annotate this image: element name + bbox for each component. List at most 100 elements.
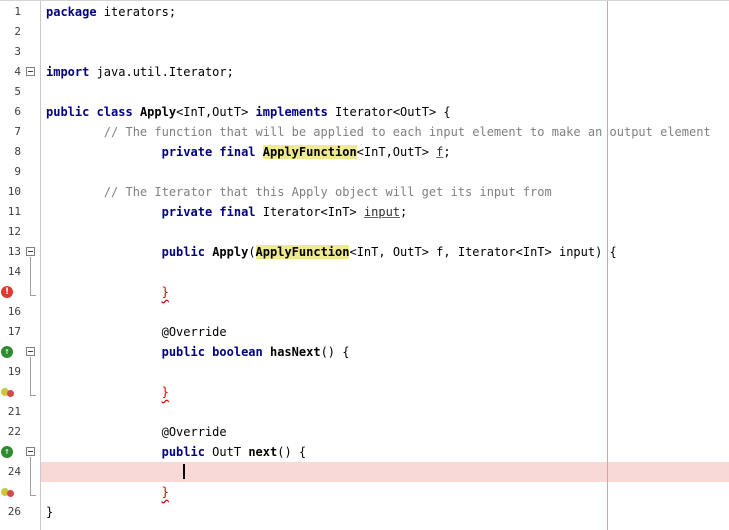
code-line-22[interactable]: 22 @Override <box>0 422 729 442</box>
code-line-10[interactable]: 10 // The Iterator that this Apply objec… <box>0 182 729 202</box>
code-text[interactable] <box>40 22 729 42</box>
code-line-20[interactable]: } <box>0 382 729 402</box>
code-text[interactable] <box>40 362 729 382</box>
gutter-line-16[interactable]: 16 <box>0 302 40 322</box>
code-text[interactable] <box>40 82 729 102</box>
code-text[interactable]: } <box>40 382 729 402</box>
code-line-13[interactable]: 13 public Apply(ApplyFunction<InT, OutT>… <box>0 242 729 262</box>
code-line-26[interactable]: 26} <box>0 502 729 522</box>
code-text[interactable]: // The function that will be applied to … <box>40 122 729 142</box>
code-line-15[interactable]: ! } <box>0 282 729 302</box>
code-line-18[interactable]: ↑ public boolean hasNext() { <box>0 342 729 362</box>
fold-collapse-icon[interactable] <box>26 347 35 356</box>
code-line-23[interactable]: ↑ public OutT next() { <box>0 442 729 462</box>
gutter-line-1[interactable]: 1 <box>0 2 40 22</box>
code-text[interactable]: public boolean hasNext() { <box>40 342 729 362</box>
gutter-line-15[interactable]: ! <box>0 282 40 302</box>
line-number: 2 <box>0 22 21 42</box>
code-line-21[interactable]: 21 <box>0 402 729 422</box>
fold-collapse-icon[interactable] <box>26 247 35 256</box>
code-text[interactable] <box>40 302 729 322</box>
code-line-17[interactable]: 17 @Override <box>0 322 729 342</box>
gutter-line-13[interactable]: 13 <box>0 242 40 262</box>
code-text[interactable]: } <box>40 502 729 522</box>
code-text[interactable]: @Override <box>40 322 729 342</box>
code-text[interactable] <box>40 42 729 62</box>
gutter-line-23[interactable]: ↑ <box>0 442 40 462</box>
token: () { <box>277 445 306 459</box>
code-text[interactable]: } <box>40 482 729 502</box>
code-line-24[interactable]: 24 <box>0 462 729 482</box>
gutter-line-11[interactable]: 11 <box>0 202 40 222</box>
code-line-7[interactable]: 7 // The function that will be applied t… <box>0 122 729 142</box>
code-line-8[interactable]: 8 private final ApplyFunction<InT,OutT> … <box>0 142 729 162</box>
gutter-line-3[interactable]: 3 <box>0 42 40 62</box>
token: @Override <box>46 425 227 439</box>
code-text[interactable] <box>40 162 729 182</box>
code-line-9[interactable]: 9 <box>0 162 729 182</box>
code-line-19[interactable]: 19 <box>0 362 729 382</box>
code-line-5[interactable]: 5 <box>0 82 729 102</box>
code-text[interactable]: public Apply(ApplyFunction<InT, OutT> f,… <box>40 242 729 262</box>
code-text[interactable]: public class Apply<InT,OutT> implements … <box>40 102 729 122</box>
gutter-line-18[interactable]: ↑ <box>0 342 40 362</box>
code-line-2[interactable]: 2 <box>0 22 729 42</box>
code-line-1[interactable]: 1package iterators; <box>0 2 729 22</box>
gutter-line-21[interactable]: 21 <box>0 402 40 422</box>
gutter-line-5[interactable]: 5 <box>0 82 40 102</box>
gutter-line-4[interactable]: 4 <box>0 62 40 82</box>
warning-icon[interactable] <box>1 386 13 398</box>
token: Iterator<InT> <box>256 205 364 219</box>
token: } <box>162 385 169 399</box>
code-text[interactable]: // The Iterator that this Apply object w… <box>40 182 729 202</box>
code-text[interactable] <box>40 262 729 282</box>
code-line-6[interactable]: 6public class Apply<InT,OutT> implements… <box>0 102 729 122</box>
code-line-4[interactable]: 4 import java.util.Iterator; <box>0 62 729 82</box>
gutter-line-9[interactable]: 9 <box>0 162 40 182</box>
code-text[interactable] <box>40 222 729 242</box>
code-text[interactable]: @Override <box>40 422 729 442</box>
gutter-line-20[interactable] <box>0 382 40 402</box>
gutter-line-2[interactable]: 2 <box>0 22 40 42</box>
warning-icon[interactable] <box>1 486 13 498</box>
code-line-16[interactable]: 16 <box>0 302 729 322</box>
warning-icon-error-dot <box>7 390 14 397</box>
code-line-25[interactable]: } <box>0 482 729 502</box>
gutter-line-7[interactable]: 7 <box>0 122 40 142</box>
code-line-3[interactable]: 3 <box>0 42 729 62</box>
gutter-line-26[interactable]: 26 <box>0 502 40 522</box>
code-text[interactable] <box>40 462 729 482</box>
gutter-line-14[interactable]: 14 <box>0 262 40 282</box>
error-icon[interactable]: ! <box>1 286 13 298</box>
code-line-12[interactable]: 12 <box>0 222 729 242</box>
code-text[interactable]: import java.util.Iterator; <box>40 62 729 82</box>
override-method-icon[interactable]: ↑ <box>1 346 13 358</box>
gutter-line-19[interactable]: 19 <box>0 362 40 382</box>
code-text[interactable]: } <box>40 282 729 302</box>
line-number: 4 <box>0 62 21 82</box>
code-text[interactable]: private final Iterator<InT> input; <box>40 202 729 222</box>
line-number: 11 <box>0 202 21 222</box>
gutter-line-22[interactable]: 22 <box>0 422 40 442</box>
code-text[interactable] <box>40 402 729 422</box>
code-text[interactable]: package iterators; <box>40 2 729 22</box>
token: iterators; <box>97 5 176 19</box>
code-line-14[interactable]: 14 <box>0 262 729 282</box>
gutter-line-6[interactable]: 6 <box>0 102 40 122</box>
code-text[interactable]: private final ApplyFunction<InT,OutT> f; <box>40 142 729 162</box>
java-code-editor[interactable]: 1package iterators;234import java.util.I… <box>0 0 729 530</box>
gutter-line-17[interactable]: 17 <box>0 322 40 342</box>
gutter-line-10[interactable]: 10 <box>0 182 40 202</box>
code-text[interactable]: public OutT next() { <box>40 442 729 462</box>
line-number: 5 <box>0 82 21 102</box>
gutter-line-12[interactable]: 12 <box>0 222 40 242</box>
code-line-11[interactable]: 11 private final Iterator<InT> input; <box>0 202 729 222</box>
gutter-line-8[interactable]: 8 <box>0 142 40 162</box>
gutter-separator <box>40 1 41 530</box>
gutter-line-24[interactable]: 24 <box>0 462 40 482</box>
warning-icon-error-dot <box>7 490 14 497</box>
gutter-line-25[interactable] <box>0 482 40 502</box>
fold-collapse-icon[interactable] <box>26 447 35 456</box>
override-method-icon[interactable]: ↑ <box>1 446 13 458</box>
fold-collapse-icon[interactable] <box>26 67 35 76</box>
